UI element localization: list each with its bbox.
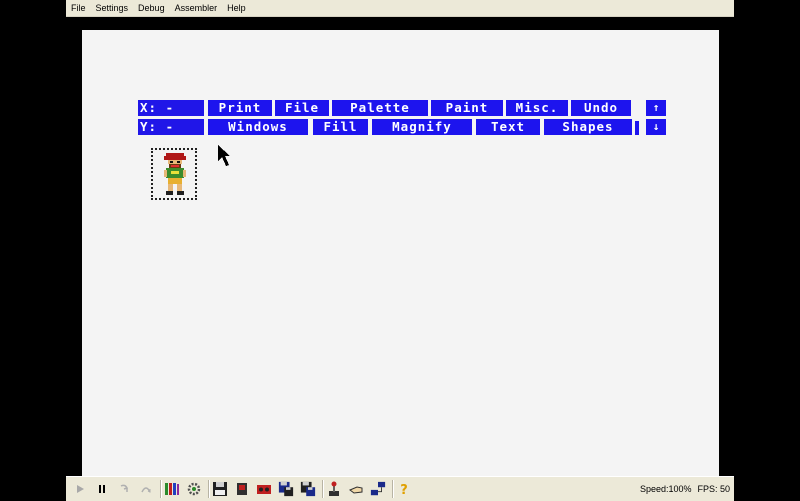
menu-debug[interactable]: Debug [133,0,170,16]
menu-file[interactable]: File [66,0,91,16]
magnify-button[interactable]: Magnify [372,119,472,135]
fps-readout: FPS: 50 [697,484,730,494]
menu-settings[interactable]: Settings [91,0,134,16]
paint-toolbar: X: - Print File Palette Paint Misc. Undo… [138,100,668,136]
books-icon[interactable] [164,481,180,497]
speed-readout: Speed:100% [639,484,692,494]
toolbar-separator [392,480,394,498]
pause-icon[interactable] [94,481,110,497]
mouse-pointer-icon [218,145,230,166]
text-button[interactable]: Text [476,119,540,135]
emulator-screen[interactable]: X: - Print File Palette Paint Misc. Undo… [82,30,719,476]
joystick-icon[interactable] [326,481,342,497]
menu-help[interactable]: Help [222,0,251,16]
file-button[interactable]: File [275,100,329,116]
help-icon[interactable]: ? [396,481,412,497]
paint-button[interactable]: Paint [431,100,503,116]
save-state-icon[interactable] [278,481,294,497]
fill-button[interactable]: Fill [313,119,368,135]
load-state-icon[interactable] [300,481,316,497]
scroll-down-arrow-icon[interactable]: ↓ [646,119,666,135]
toolbar-separator [322,480,324,498]
hand-icon[interactable] [348,481,364,497]
bottom-toolbar: ? Speed:100% FPS: 50 [66,476,734,501]
floppy-disk-icon[interactable] [212,481,228,497]
scroll-up-arrow-icon[interactable]: ↑ [646,100,666,116]
play-icon[interactable] [72,481,88,497]
undo-button[interactable]: Undo [571,100,631,116]
status-area: Speed:100% FPS: 50 [634,477,730,501]
sprite-selection[interactable] [151,148,197,200]
svg-text:?: ? [400,483,408,497]
cartridge-icon[interactable] [234,481,250,497]
network-icon[interactable] [370,481,386,497]
tape-icon[interactable] [256,481,272,497]
shapes-button[interactable]: Shapes [544,119,632,135]
step-over-icon[interactable] [138,481,154,497]
character-sprite [164,153,186,195]
toolbar-divider [635,121,639,135]
toolbar-separator [208,480,210,498]
windows-button[interactable]: Windows [208,119,308,135]
toolbar-separator [160,480,162,498]
menu-assembler[interactable]: Assembler [170,0,223,16]
menu-bar: File Settings Debug Assembler Help [66,0,734,17]
y-coordinate: Y: - [138,119,204,135]
step-icon[interactable] [116,481,132,497]
print-button[interactable]: Print [208,100,272,116]
misc-button[interactable]: Misc. [506,100,568,116]
x-coordinate: X: - [138,100,204,116]
palette-button[interactable]: Palette [332,100,428,116]
settings-gear-icon[interactable] [186,481,202,497]
